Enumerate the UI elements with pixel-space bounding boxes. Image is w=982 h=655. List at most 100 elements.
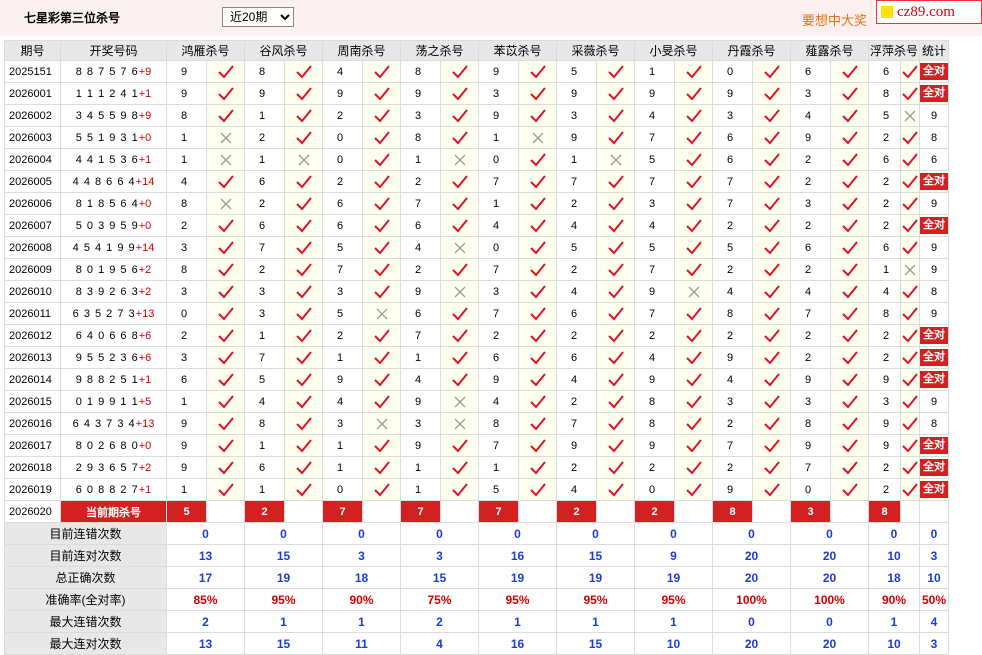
result-mark-cell	[596, 60, 635, 83]
draw-sum: +1	[138, 483, 152, 496]
result-mark-cell	[206, 478, 245, 501]
issue-cell: 2026002	[4, 104, 61, 127]
current-kill-number: 2	[556, 500, 597, 523]
result-mark-cell	[206, 324, 245, 347]
kill-number-cell: 4	[400, 368, 441, 391]
result-mark-cell	[284, 434, 323, 457]
column-header: 荡之杀号	[400, 40, 479, 61]
draw-digits: 6 4 0 6 6 8	[75, 329, 139, 342]
check-icon	[685, 262, 702, 276]
current-blank-cell	[596, 500, 635, 523]
draw-digits: 8 0 2 6 8 0	[75, 439, 139, 452]
check-icon	[685, 240, 702, 254]
check-icon	[841, 240, 858, 254]
kill-number-cell: 3	[712, 104, 753, 127]
kill-number-cell: 0	[478, 236, 519, 259]
stat-cell: 6	[919, 148, 949, 171]
check-icon	[902, 196, 918, 210]
result-mark-cell	[362, 126, 401, 149]
draw-sum: +2	[138, 263, 152, 276]
summary-row: 最大连错次数 2 1 1 2 1 1 1 0 0 1 4	[4, 610, 949, 633]
result-mark-cell	[518, 368, 557, 391]
summary-label: 最大连错次数	[4, 610, 167, 633]
check-icon	[217, 306, 234, 320]
check-icon	[607, 86, 624, 100]
current-kill-number: 2	[244, 500, 285, 523]
kill-number-cell: 8	[712, 302, 753, 325]
table-row: 2026019 6 0 8 8 2 7+1 1 1 0 1 5 4 0 9 0 2 全对	[4, 478, 949, 501]
kill-number-cell: 2	[712, 214, 753, 237]
current-blank-cell	[440, 500, 479, 523]
check-icon	[373, 218, 390, 232]
column-header: 开奖号码	[60, 40, 167, 61]
kill-number-cell: 1	[400, 346, 441, 369]
summary-value: 95%	[634, 588, 713, 611]
summary-value: 0	[166, 522, 245, 545]
kill-number-cell: 2	[166, 324, 207, 347]
result-mark-cell	[284, 390, 323, 413]
cross-icon	[454, 154, 465, 165]
kill-number-cell: 0	[478, 148, 519, 171]
kill-table: 期号 开奖号码 鸿雁杀号 谷风杀号 周南杀号 荡之杀号 苯苡杀号 采薇杀号 小旻杀号 丹霞杀号 薤露…	[4, 40, 949, 655]
kill-number-cell: 3	[556, 104, 597, 127]
check-icon	[295, 174, 312, 188]
result-mark-cell	[440, 170, 479, 193]
result-mark-cell	[830, 478, 869, 501]
check-icon	[373, 108, 390, 122]
check-icon	[217, 438, 234, 452]
result-mark-cell	[284, 148, 323, 171]
stat-cell: 全对	[919, 60, 949, 83]
result-mark-cell	[206, 192, 245, 215]
result-mark-cell	[752, 280, 791, 303]
kill-number-cell: 2	[556, 390, 597, 413]
summary-label: 准确率(全对率)	[4, 588, 167, 611]
check-icon	[607, 218, 624, 232]
table-header-row: 期号 开奖号码 鸿雁杀号 谷风杀号 周南杀号 荡之杀号 苯苡杀号 采薇杀号 小旻杀号 丹霞杀号 薤露…	[4, 40, 949, 61]
site-logo[interactable]: cz89.com	[876, 0, 982, 24]
current-blank-cell	[900, 500, 920, 523]
check-icon	[529, 416, 546, 430]
result-mark-cell	[284, 302, 323, 325]
current-blank-cell	[362, 500, 401, 523]
check-icon	[217, 108, 234, 122]
kill-number-cell: 0	[166, 302, 207, 325]
kill-number-cell: 2	[790, 214, 831, 237]
check-icon	[217, 482, 234, 496]
result-mark-cell	[830, 192, 869, 215]
draw-number-cell: 4 4 1 5 3 6+1	[60, 148, 167, 171]
check-icon	[373, 130, 390, 144]
result-mark-cell	[596, 324, 635, 347]
summary-value: 2	[400, 610, 479, 633]
stat-cell: 全对	[919, 346, 949, 369]
table-row: 2025151 8 8 7 5 7 6+9 9 8 4 8 9 5 1 0 6 6 全对	[4, 60, 949, 83]
check-icon	[841, 64, 858, 78]
current-blank-cell	[674, 500, 713, 523]
kill-number-cell: 1	[244, 148, 285, 171]
kill-number-cell: 8	[400, 60, 441, 83]
check-icon	[902, 372, 918, 386]
result-mark-cell	[284, 346, 323, 369]
column-header: 鸿雁杀号	[166, 40, 245, 61]
promo-text[interactable]: 要想中大奖	[802, 10, 867, 29]
cross-icon	[904, 110, 916, 121]
kill-number-cell: 9	[400, 280, 441, 303]
summary-value: 20	[712, 632, 791, 655]
check-icon	[607, 394, 624, 408]
draw-number-cell: 8 0 2 6 8 0+0	[60, 434, 167, 457]
kill-number-cell: 8	[478, 412, 519, 435]
draw-sum: +9	[138, 109, 152, 122]
check-icon	[529, 196, 546, 210]
check-icon	[451, 350, 468, 364]
result-mark-cell	[362, 192, 401, 215]
result-mark-cell	[206, 280, 245, 303]
result-mark-cell	[362, 324, 401, 347]
check-icon	[373, 350, 390, 364]
summary-value: 19	[478, 566, 557, 589]
check-icon	[295, 218, 312, 232]
result-mark-cell	[362, 214, 401, 237]
draw-sum: +5	[138, 395, 152, 408]
result-mark-cell	[674, 126, 713, 149]
check-icon	[529, 438, 546, 452]
check-icon	[841, 328, 858, 342]
period-select[interactable]: 近20期	[222, 7, 294, 27]
